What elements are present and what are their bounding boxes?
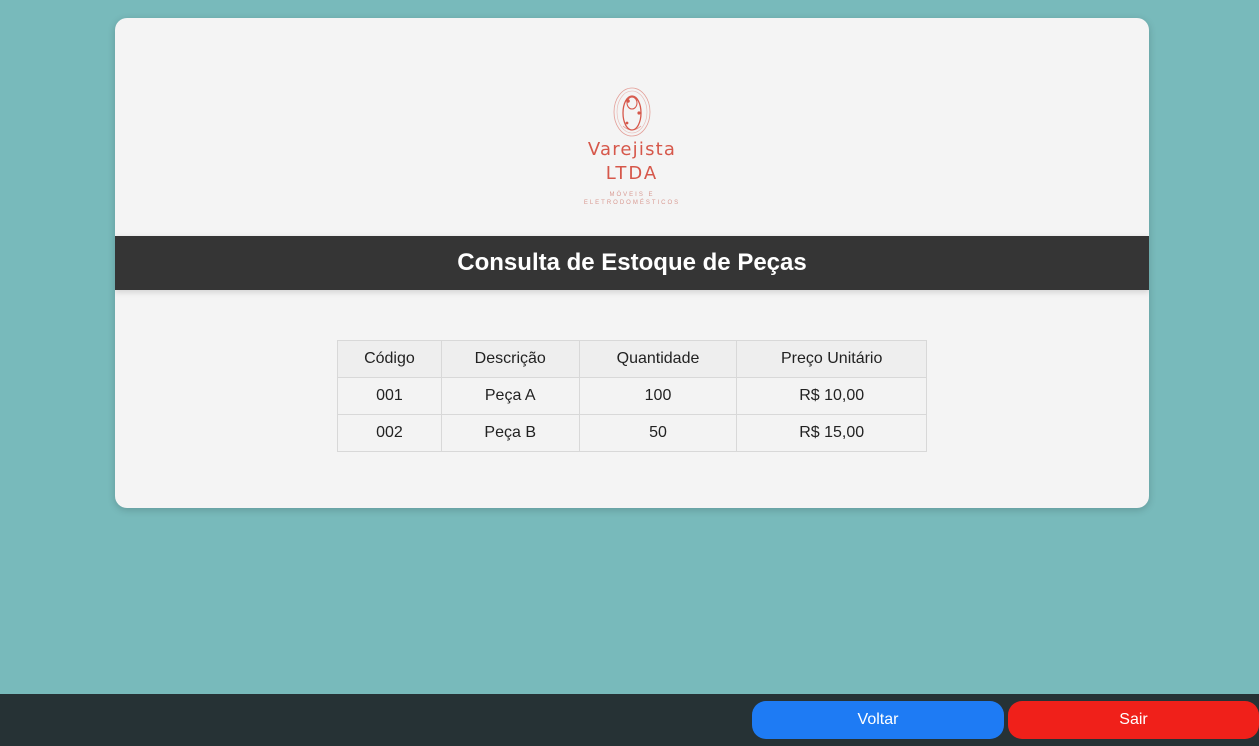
cell-code: 002 [337, 414, 442, 452]
column-header-unit-price: Preço Unitário [736, 340, 927, 378]
column-header-quantity: Quantidade [578, 340, 738, 378]
exit-button[interactable]: Sair [1008, 701, 1259, 739]
cell-code: 001 [337, 377, 442, 415]
cell-description: Peça A [440, 377, 580, 415]
company-logo: Varejista LTDA MÓVEIS E ELETRODOMÉSTICOS [115, 86, 1149, 206]
content-card: Varejista LTDA MÓVEIS E ELETRODOMÉSTICOS… [115, 18, 1149, 508]
logo-text-suffix: LTDA [605, 163, 659, 184]
cell-unit-price: R$ 10,00 [736, 377, 927, 415]
back-button[interactable]: Voltar [752, 701, 1004, 739]
cell-quantity: 100 [578, 377, 738, 415]
cell-unit-price: R$ 15,00 [736, 414, 927, 452]
column-header-description: Descrição [440, 340, 580, 378]
cell-quantity: 50 [578, 414, 738, 452]
table-row: 001 Peça A 100 R$ 10,00 [337, 377, 927, 415]
cell-description: Peça B [440, 414, 580, 452]
table-header-row: Código Descrição Quantidade Preço Unitár… [337, 340, 927, 378]
column-header-code: Código [337, 340, 442, 378]
table-row: 002 Peça B 50 R$ 15,00 [337, 414, 927, 452]
page-title: Consulta de Estoque de Peças [457, 249, 807, 276]
logo-tagline-line1: MÓVEIS E [609, 192, 655, 198]
footer-bar: Voltar Sair [0, 694, 1259, 746]
page-header: Consulta de Estoque de Peças [115, 236, 1149, 290]
stock-table: Código Descrição Quantidade Preço Unitár… [337, 340, 927, 452]
logo-text-name: Varejista [587, 139, 677, 160]
logo-tagline-line2: ELETRODOMÉSTICOS [583, 200, 681, 206]
ornament-logo-icon [613, 87, 651, 137]
